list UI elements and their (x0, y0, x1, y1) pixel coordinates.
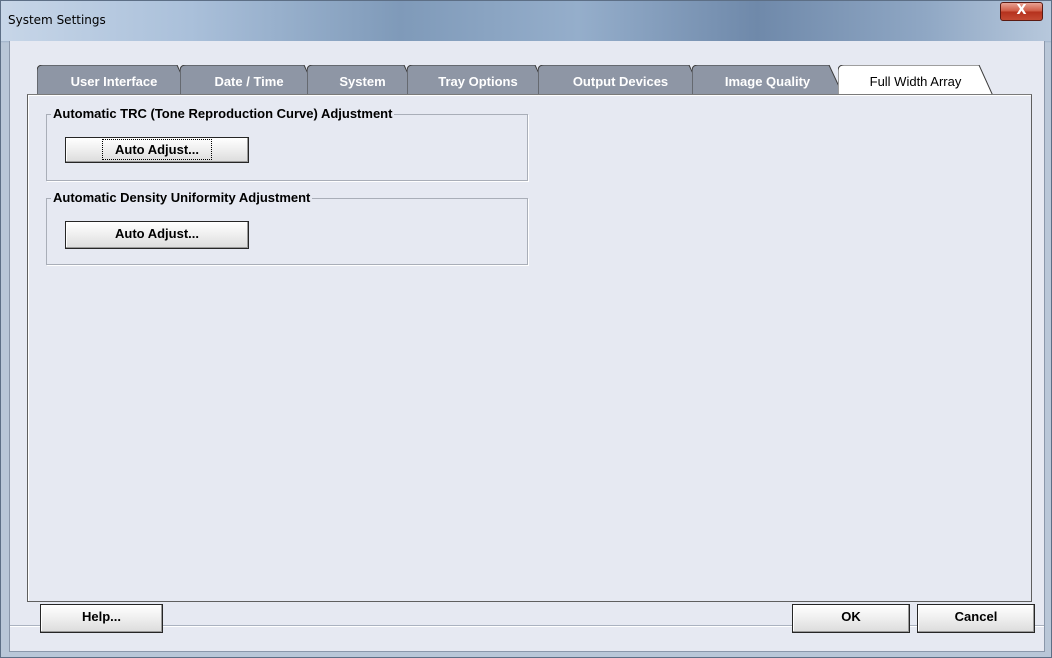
tab-label: Image Quality (724, 74, 811, 89)
title-bar[interactable]: System Settings X (1, 1, 1051, 41)
close-button[interactable]: X (1000, 2, 1043, 21)
button-label: Auto Adjust... (114, 226, 199, 241)
tab-date-time[interactable]: Date / Time (180, 65, 318, 95)
ok-button[interactable]: OK (792, 604, 910, 633)
close-icon: X (1016, 3, 1027, 18)
tab-strip: User Interface Date / Time System Tray O… (10, 65, 1044, 96)
density-uniformity-group: Automatic Density Uniformity Adjustment … (46, 190, 528, 265)
tab-output-devices[interactable]: Output Devices (538, 65, 703, 95)
density-auto-adjust-button[interactable]: Auto Adjust... (65, 221, 249, 249)
tab-panel-full-width-array: Automatic TRC (Tone Reproduction Curve) … (27, 94, 1032, 602)
button-label: Auto Adjust... (101, 139, 213, 160)
tab-system[interactable]: System (307, 65, 418, 95)
tab-label: System (339, 74, 386, 89)
trc-auto-adjust-button[interactable]: Auto Adjust... (65, 137, 249, 163)
tab-user-interface[interactable]: User Interface (37, 65, 191, 95)
tab-label: Tray Options (438, 74, 518, 89)
button-label: Cancel (954, 609, 998, 624)
dialog-client-area: User Interface Date / Time System Tray O… (9, 41, 1045, 652)
tab-full-width-array[interactable]: Full Width Array (838, 65, 993, 96)
tab-label: Full Width Array (869, 74, 962, 89)
tab-label: User Interface (70, 74, 158, 89)
system-settings-window: System Settings X User Interface Date / … (0, 0, 1052, 658)
trc-adjustment-group: Automatic TRC (Tone Reproduction Curve) … (46, 106, 528, 181)
window-title: System Settings (8, 13, 106, 27)
cancel-button[interactable]: Cancel (917, 604, 1035, 633)
tab-label: Date / Time (214, 74, 284, 89)
group-title: Automatic TRC (Tone Reproduction Curve) … (51, 106, 395, 121)
tab-label: Output Devices (572, 74, 669, 89)
tab-image-quality[interactable]: Image Quality (692, 65, 843, 95)
group-title: Automatic Density Uniformity Adjustment (51, 190, 313, 205)
button-label: OK (841, 609, 861, 624)
help-button[interactable]: Help... (40, 604, 163, 633)
button-label: Help... (81, 609, 121, 624)
tab-tray-options[interactable]: Tray Options (407, 65, 549, 95)
